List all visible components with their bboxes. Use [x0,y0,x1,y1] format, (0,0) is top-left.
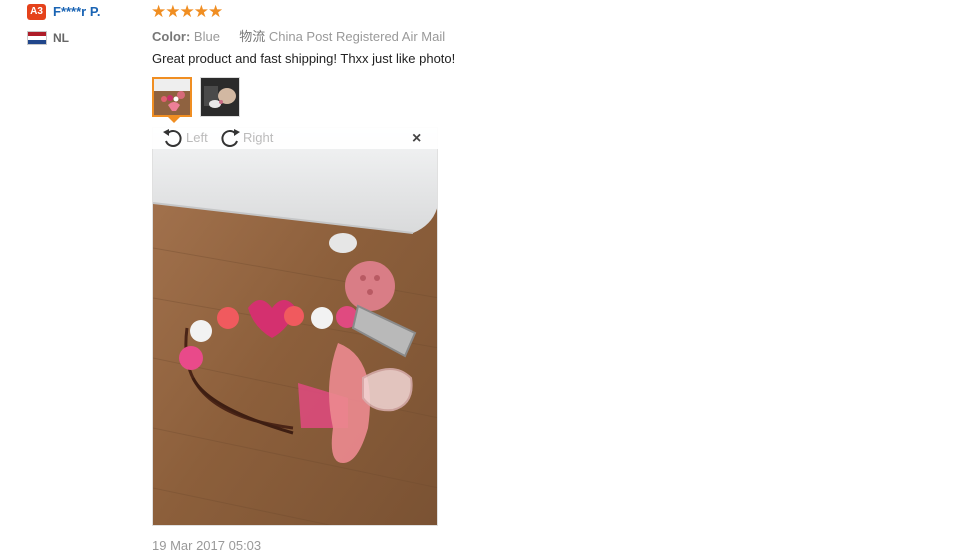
rotate-left-icon [163,129,182,148]
buyer-name: F****r P. [53,4,101,19]
active-thumbnail-pointer [168,117,180,123]
review-date: 19 Mar 2017 05:03 [152,538,262,553]
buyer-level-badge: A3 [27,4,46,20]
color-label: Color: [152,29,191,44]
shipping-value: China Post Registered Air Mail [268,29,446,44]
rotate-right-button[interactable]: Right [219,128,273,148]
star-rating: ★★★★★ [151,2,223,21]
order-info: Color: Blue 物流 China Post Registered Air… [152,26,445,45]
baby-photo-thumb-icon [201,78,239,116]
rotate-left-button[interactable]: Left [162,128,208,148]
rotate-right-icon [221,129,240,148]
review-photo-thumbnail[interactable] [152,77,192,117]
rotate-right-label: Right [243,130,274,145]
close-icon: × [412,130,422,147]
shipping-label: 物流 [239,29,266,44]
color-value: Blue [193,29,220,44]
review-photo-thumbnail[interactable] [200,77,240,117]
netherlands-flag-icon [27,31,47,45]
close-viewer-button[interactable]: × [412,131,421,147]
buyer-country: NL [53,31,69,45]
pacifier-photo-thumb-icon [154,79,190,115]
rotate-left-label: Left [186,130,208,145]
photo-viewer [152,127,438,526]
review-text: Great product and fast shipping! Thxx ju… [152,51,456,66]
pacifier-clip-photo [153,128,437,525]
